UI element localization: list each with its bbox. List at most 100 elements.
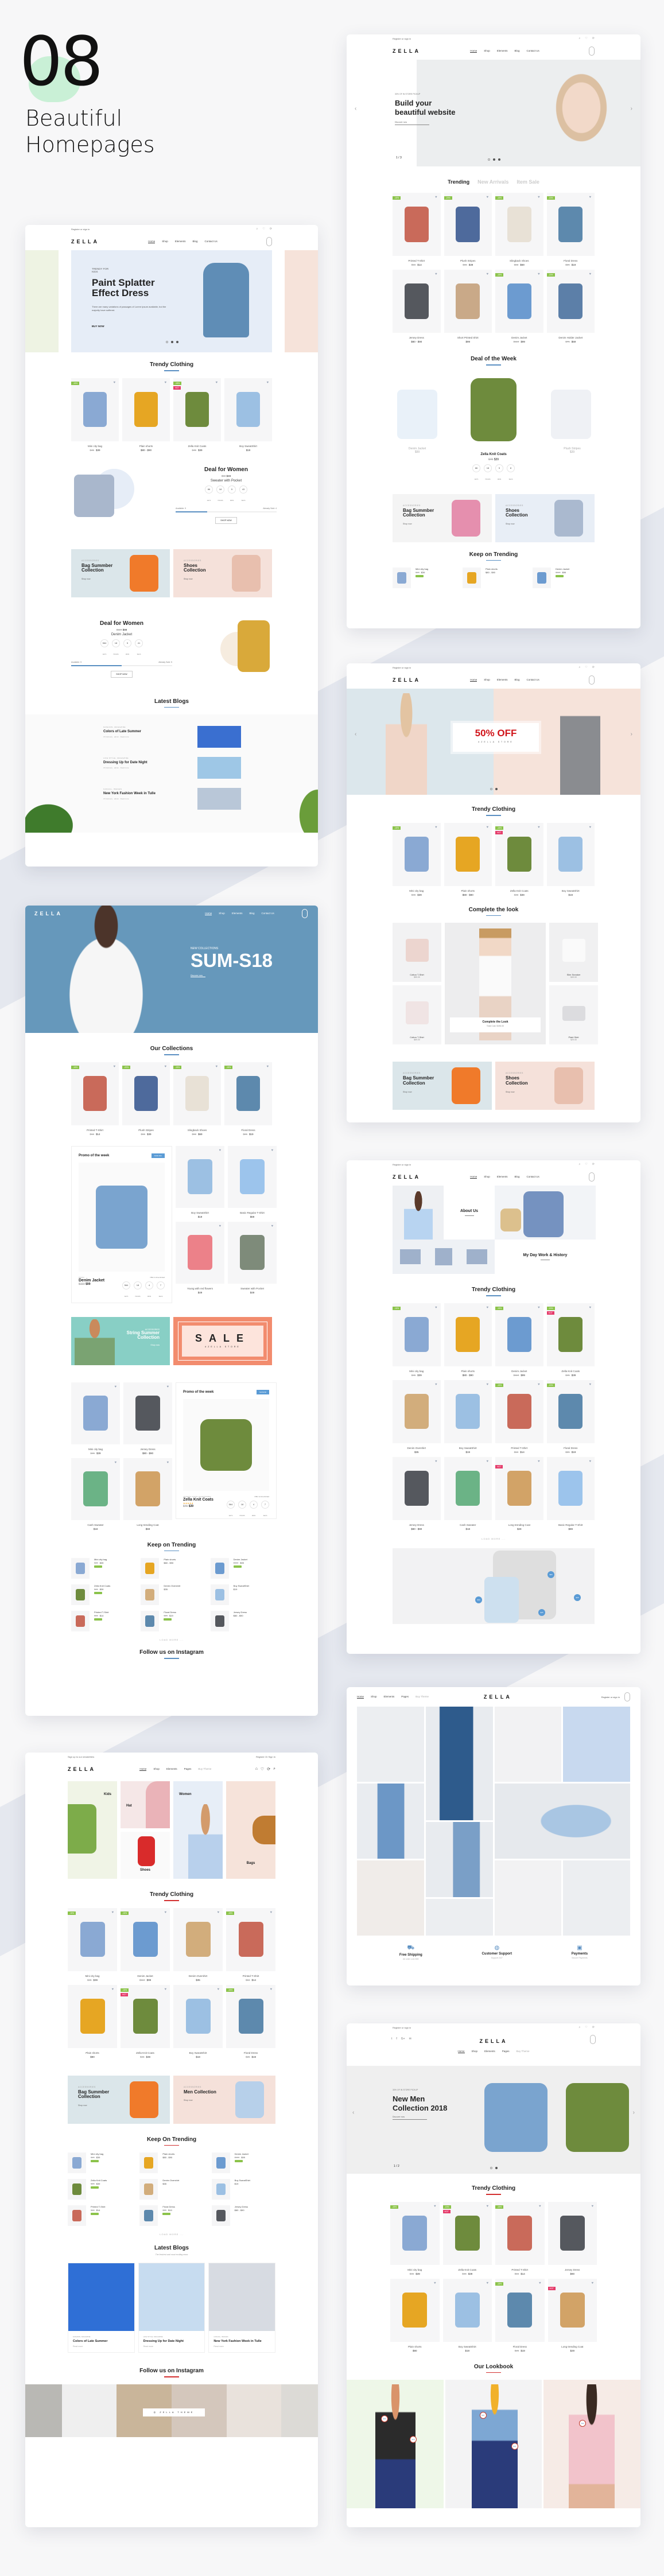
product-card[interactable]: -15% HOT ♥ Zella Knit Coats $45 $39 <box>442 2201 492 2275</box>
trending-item[interactable]: Denim Jacket $110 $99 <box>211 2153 275 2173</box>
product-image[interactable]: -15% ♥ <box>393 822 441 886</box>
wishlist-heart-icon[interactable]: ♥ <box>215 381 218 384</box>
wishlist-heart-icon[interactable]: ♥ <box>111 1911 114 1914</box>
look-item[interactable]: Cotton T-Shirt $69.00 <box>393 985 441 1044</box>
wishlist-heart-icon[interactable]: ♥ <box>589 1306 591 1310</box>
wishlist-heart-icon[interactable]: ♥ <box>219 1149 221 1152</box>
product-image[interactable]: -15% HOT ♥ <box>173 378 221 441</box>
gallery-tile[interactable] <box>494 1860 562 1936</box>
trending-thumbnail[interactable] <box>393 568 411 588</box>
trending-thumbnail[interactable] <box>463 568 481 588</box>
wishlist-heart-icon[interactable]: ♥ <box>538 826 540 829</box>
product-card[interactable]: ♥ Jersey Dress $80 - $90 <box>393 1456 441 1530</box>
product-image[interactable]: ♥ <box>547 2201 597 2265</box>
blog-title[interactable]: New York Fashion Week in Tulle <box>103 792 156 795</box>
trending-item[interactable]: Denim Jacket $110 $99 <box>210 1558 272 1579</box>
trending-item[interactable]: Mini city bag $45 $39 <box>68 2153 131 2173</box>
trending-thumbnail[interactable] <box>211 2153 230 2173</box>
logo[interactable]: ZELLA <box>68 1766 96 1772</box>
trending-item[interactable]: Printed T-Shirt $16 $14 <box>71 1611 133 1631</box>
cart-icon[interactable] <box>266 237 272 246</box>
bag-icon[interactable]: ⌂ <box>255 1767 258 1771</box>
cart-icon[interactable] <box>588 675 595 685</box>
promo-image[interactable] <box>79 1162 165 1272</box>
string-summer-banner[interactable]: ACCESSORIES String Summer Collection Sho… <box>71 1316 170 1365</box>
nav-buy-theme[interactable]: Buy Theme <box>416 1695 429 1699</box>
trending-item[interactable]: Boy SweatShirt $19 <box>210 1584 272 1605</box>
wishlist-heart-icon[interactable]: ♥ <box>217 1988 219 1991</box>
heart-icon[interactable]: ♡ <box>585 1163 587 1166</box>
blog-card[interactable]: LIFE STYLE, MAGAZINE Dressing Up for Date… <box>138 2263 205 2353</box>
blog-image[interactable] <box>68 2263 134 2331</box>
nav-elements[interactable]: Elements <box>384 1695 395 1699</box>
nav-contact[interactable]: Contact Us <box>262 912 274 915</box>
collection-banner[interactable]: ACCESSORIES Bag Summber Collection Shop no… <box>393 1062 492 1110</box>
trending-thumbnail[interactable] <box>533 568 551 588</box>
product-image[interactable]: ♥ <box>444 822 492 886</box>
wishlist-heart-icon[interactable]: ♥ <box>539 2282 541 2285</box>
instagram-photo[interactable] <box>226 2384 282 2437</box>
trending-item[interactable]: Boy SweatShirt $19 <box>211 2179 275 2200</box>
nav-pages[interactable]: Pages <box>401 1695 409 1699</box>
category-hat[interactable]: Hat <box>121 1781 170 1828</box>
product-image[interactable]: -15% ♥ <box>546 1380 595 1443</box>
nav-home[interactable]: Home <box>139 1767 147 1771</box>
read-more-link[interactable]: Read more <box>213 2345 270 2348</box>
nav-shop[interactable]: Shop <box>371 1695 377 1699</box>
collection-banner[interactable]: ACCESSORIES Shoes Collection Shop now <box>495 494 595 542</box>
cart-icon[interactable] <box>590 2035 596 2044</box>
lookbook-tile[interactable]: $69 $29 <box>347 2380 444 2508</box>
product-card[interactable]: ♥ Mini city bag $45 $39 <box>71 1382 120 1455</box>
wishlist-heart-icon[interactable]: ♥ <box>434 2205 436 2208</box>
trending-item[interactable]: Printed T-Shirt $16 $14 <box>68 2205 131 2226</box>
product-card[interactable]: -15% ♥ Printed T-Shirt $16 $14 <box>226 1907 275 1981</box>
slider-dots[interactable] <box>488 158 500 161</box>
discover-link[interactable]: Discover now <box>191 974 205 978</box>
gallery-tile[interactable] <box>494 1707 562 1782</box>
wishlist-heart-icon[interactable]: ♥ <box>591 2205 593 2208</box>
nav-buy-theme[interactable]: Buy Theme <box>517 2050 530 2053</box>
product-card[interactable]: -15% HOT ♥ Zella Knit Coats $45 $39 <box>121 1984 170 2058</box>
next-arrow-icon[interactable]: › <box>631 106 632 112</box>
register-link[interactable]: Register or sign in <box>393 37 411 40</box>
product-image[interactable]: HOT ♥ <box>547 2278 597 2342</box>
trending-item[interactable]: Denim Jacket $110 $99 <box>533 568 595 588</box>
register-link[interactable]: Register or sign in <box>393 666 411 669</box>
load-more-button[interactable]: LOAD MORE ... <box>25 1638 318 1641</box>
gallery-tile[interactable] <box>563 1860 630 1936</box>
heart-icon[interactable]: ♡ <box>585 666 587 669</box>
nav-home[interactable]: Home <box>357 1695 364 1699</box>
product-image[interactable]: -15% ♥ <box>393 1303 441 1366</box>
product-card[interactable]: -15% ♥ Denim Holder Jacket $75 $69 <box>546 270 595 343</box>
register-link[interactable]: Register or sign in <box>71 228 90 231</box>
wishlist-heart-icon[interactable]: ♥ <box>589 826 591 829</box>
collection-banner[interactable]: ACCESSORIES Shoes Collection Shop now <box>173 549 272 597</box>
nav-home[interactable]: Home <box>205 912 212 915</box>
trending-item[interactable]: Mini city bag $45 $39 <box>71 1558 133 1579</box>
wishlist-heart-icon[interactable]: ♥ <box>164 381 166 384</box>
product-card[interactable]: ♥ Plain shorts $90 <box>68 1984 117 2058</box>
wishlist-heart-icon[interactable]: ♥ <box>435 1383 437 1386</box>
heart-icon[interactable]: ♡ <box>585 37 587 40</box>
read-more-link[interactable]: Read more <box>143 2345 200 2348</box>
blog-title[interactable]: Dressing Up for Date Night <box>103 761 147 764</box>
nav-blog[interactable]: Blog <box>515 1175 520 1179</box>
product-image[interactable]: -15% ♥ <box>390 2201 440 2265</box>
product-card[interactable]: ♥ Jersey Dress $80 - $90 <box>123 1382 172 1455</box>
product-image[interactable]: ♥ <box>228 1145 277 1208</box>
trending-thumbnail[interactable] <box>210 1584 229 1605</box>
product-image[interactable]: ♥ <box>393 1456 441 1520</box>
product-image[interactable]: -15% ♥ <box>546 193 595 256</box>
product-card[interactable]: ♥ Plain shorts $80 - $90 <box>122 378 170 452</box>
product-card[interactable]: -15% ♥ Floral Dress $25 $19 <box>495 2278 545 2352</box>
nav-shop[interactable]: Shop <box>153 1767 160 1771</box>
trending-thumbnail[interactable] <box>210 1558 229 1579</box>
product-image[interactable]: ♥ <box>390 2278 440 2342</box>
wishlist-heart-icon[interactable]: ♥ <box>164 1988 166 1991</box>
cart-icon[interactable] <box>588 1172 595 1182</box>
product-card[interactable]: -15% ♥ Slingback Shoes $83 $69 <box>495 193 543 266</box>
trending-item[interactable]: Jersey Dress $80 - $90 <box>211 2205 275 2226</box>
nav-home[interactable]: Home <box>148 240 156 243</box>
product-card[interactable]: ♥ Cash Sweater $18 <box>444 1456 492 1530</box>
wishlist-heart-icon[interactable]: ♥ <box>114 1461 117 1464</box>
